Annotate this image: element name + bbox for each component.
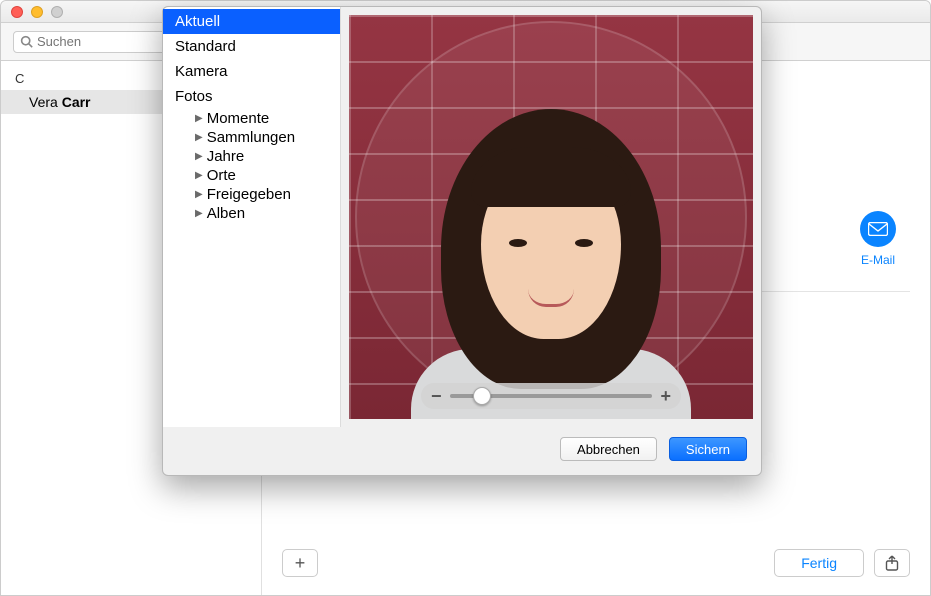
zoom-thumb[interactable] <box>473 387 491 405</box>
popover-buttons: Abbrechen Sichern <box>163 427 761 475</box>
share-icon <box>885 555 899 571</box>
contact-first-name: Vera <box>29 94 58 110</box>
photos-places[interactable]: ▶Orte <box>163 166 340 185</box>
photos-collections[interactable]: ▶Sammlungen <box>163 128 340 147</box>
bottom-toolbar: + Fertig <box>262 549 930 577</box>
photo-preview-area: − + <box>341 7 761 427</box>
photo-picker-popover: Aktuell Standard Kamera Fotos ▶Momente ▶… <box>162 6 762 476</box>
save-button[interactable]: Sichern <box>669 437 747 461</box>
disclosure-triangle-icon: ▶ <box>195 189 203 200</box>
done-button[interactable]: Fertig <box>774 549 864 577</box>
source-current[interactable]: Aktuell <box>163 9 340 34</box>
photos-albums[interactable]: ▶Alben <box>163 204 340 223</box>
photos-moments[interactable]: ▶Momente <box>163 109 340 128</box>
portrait-placeholder <box>401 89 701 419</box>
add-button[interactable]: + <box>282 549 318 577</box>
email-label: E-Mail <box>860 253 896 267</box>
photo-source-list: Aktuell Standard Kamera Fotos ▶Momente ▶… <box>163 7 341 427</box>
share-button[interactable] <box>874 549 910 577</box>
zoom-slider[interactable]: − + <box>421 383 681 409</box>
window-controls <box>11 6 63 18</box>
disclosure-triangle-icon: ▶ <box>195 208 203 219</box>
photo-preview[interactable]: − + <box>349 15 753 419</box>
photos-shared[interactable]: ▶Freigegeben <box>163 185 340 204</box>
zoom-track[interactable] <box>450 394 653 398</box>
zoom-out-icon[interactable]: − <box>431 386 442 407</box>
source-camera[interactable]: Kamera <box>163 59 340 84</box>
search-icon <box>20 35 33 48</box>
cancel-button[interactable]: Abbrechen <box>560 437 657 461</box>
disclosure-triangle-icon: ▶ <box>195 151 203 162</box>
source-default[interactable]: Standard <box>163 34 340 59</box>
zoom-in-icon[interactable]: + <box>660 386 671 407</box>
email-action[interactable]: E-Mail <box>860 211 896 267</box>
disclosure-triangle-icon: ▶ <box>195 170 203 181</box>
source-photos[interactable]: Fotos <box>163 84 340 109</box>
photos-years[interactable]: ▶Jahre <box>163 147 340 166</box>
close-icon[interactable] <box>11 6 23 18</box>
maximize-icon[interactable] <box>51 6 63 18</box>
contact-last-name: Carr <box>62 94 91 110</box>
minimize-icon[interactable] <box>31 6 43 18</box>
disclosure-triangle-icon: ▶ <box>195 113 203 124</box>
mail-icon <box>860 211 896 247</box>
disclosure-triangle-icon: ▶ <box>195 132 203 143</box>
